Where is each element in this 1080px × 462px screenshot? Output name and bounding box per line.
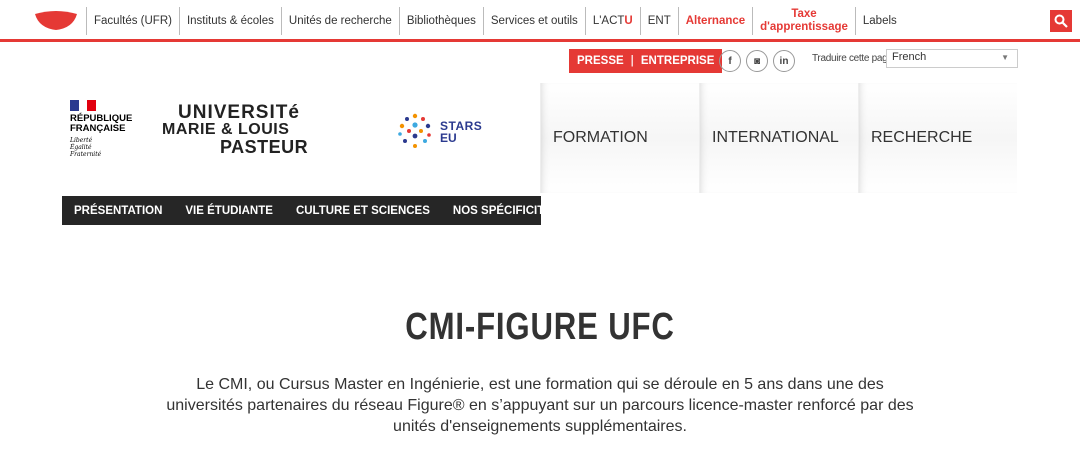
main-nav-recherche[interactable]: RECHERCHE xyxy=(858,83,1017,193)
top-nav-unites-recherche[interactable]: Unités de recherche xyxy=(280,7,399,35)
sub-nav-culture-sciences[interactable]: CULTURE ET SCIENCES xyxy=(296,205,430,217)
instagram-icon[interactable]: ◙ xyxy=(746,50,768,72)
lactu-label-accent: U xyxy=(624,14,633,27)
presse-link[interactable]: PRESSE xyxy=(577,55,624,67)
search-button[interactable] xyxy=(1050,10,1072,32)
republique-francaise-logo[interactable]: RÉPUBLIQUE FRANÇAISE Liberté Égalité Fra… xyxy=(70,100,140,160)
stars-eu-logo[interactable]: STARS EU xyxy=(398,110,513,154)
top-nav-facultes[interactable]: Facultés (UFR) xyxy=(86,7,179,35)
university-logo-icon[interactable] xyxy=(33,10,79,32)
stars-dots-icon xyxy=(398,113,431,148)
umlp-line2: MARIE & LOUIS xyxy=(162,121,290,138)
french-flag-icon xyxy=(70,100,97,111)
top-nav-labels[interactable]: Labels xyxy=(854,7,897,35)
entreprise-link[interactable]: ENTREPRISE xyxy=(641,55,715,67)
main-nav-international[interactable]: INTERNATIONAL xyxy=(699,83,858,193)
social-links: f ◙ in xyxy=(719,50,795,72)
rf-motto3: Fraternité xyxy=(70,151,102,158)
top-nav-instituts[interactable]: Instituts & écoles xyxy=(178,7,281,35)
umlp-line1: UNIVERSITé xyxy=(178,102,300,123)
sub-nav: PRÉSENTATION VIE ÉTUDIANTE CULTURE ET SC… xyxy=(62,196,560,225)
main-nav: FORMATION INTERNATIONAL RECHERCHE xyxy=(540,83,1017,193)
page-description: Le CMI, ou Cursus Master en Ingénierie, … xyxy=(166,376,914,435)
top-nav-bibliotheques[interactable]: Bibliothèques xyxy=(398,7,483,35)
taxe-line2: d'apprentissage xyxy=(760,21,848,33)
presse-entreprise-bar: PRESSE | ENTREPRISE xyxy=(569,49,723,73)
sub-nav-presentation[interactable]: PRÉSENTATION xyxy=(74,205,162,217)
top-bar: Facultés (UFR) Instituts & écoles Unités… xyxy=(0,0,1080,42)
search-icon xyxy=(1054,14,1068,28)
top-nav: Facultés (UFR) Instituts & écoles Unités… xyxy=(86,0,897,42)
sub-nav-vie-etudiante[interactable]: VIE ÉTUDIANTE xyxy=(185,205,273,217)
umlp-line3: PASTEUR xyxy=(220,137,309,157)
top-nav-services[interactable]: Services et outils xyxy=(482,7,585,35)
translate-label: Traduire cette page xyxy=(812,53,893,64)
facebook-icon[interactable]: f xyxy=(719,50,741,72)
lactu-label-main: L'ACT xyxy=(592,14,625,27)
page-title: CMI-FIGURE UFC xyxy=(405,306,675,348)
top-nav-taxe-apprentissage[interactable]: Taxe d'apprentissage xyxy=(752,7,855,35)
stars-line2: EU xyxy=(440,131,457,145)
main-nav-formation[interactable]: FORMATION xyxy=(540,83,699,193)
language-select-value: French xyxy=(892,51,927,63)
universite-logo[interactable]: UNIVERSITé MARIE & LOUIS PASTEUR xyxy=(162,102,312,160)
language-select[interactable]: French ▼ xyxy=(886,49,1018,68)
top-nav-ent[interactable]: ENT xyxy=(639,7,678,35)
top-nav-alternance[interactable]: Alternance xyxy=(677,7,752,35)
taxe-line1: Taxe xyxy=(791,8,817,20)
presse-separator: | xyxy=(630,55,634,67)
linkedin-icon[interactable]: in xyxy=(773,50,795,72)
sub-nav-specificites[interactable]: NOS SPÉCIFICITÉS xyxy=(453,205,560,217)
top-nav-lactu[interactable]: L'ACT U xyxy=(584,7,640,35)
rf-line2: FRANÇAISE xyxy=(70,123,126,134)
rf-motto2: Égalité xyxy=(70,144,92,151)
rf-motto1: Liberté xyxy=(70,137,93,144)
chevron-down-icon: ▼ xyxy=(1001,53,1009,62)
